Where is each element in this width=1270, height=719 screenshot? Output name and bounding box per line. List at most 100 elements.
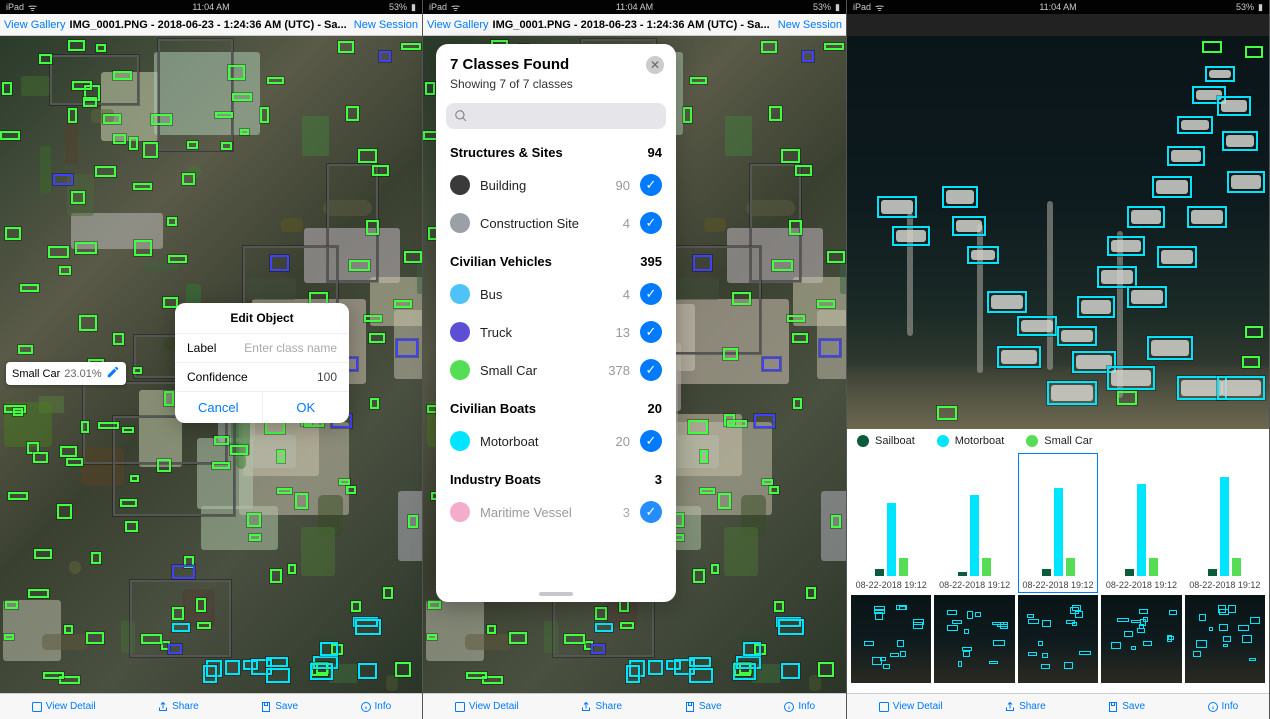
detection-box-smallcar[interactable]: [487, 625, 496, 634]
detection-box-smallcar[interactable]: [5, 227, 20, 240]
detection-box-smallcar[interactable]: [339, 479, 350, 485]
detection-box-motorboat[interactable]: [266, 657, 288, 667]
detection-box-motorboat[interactable]: [1107, 236, 1145, 256]
cancel-button[interactable]: Cancel: [175, 392, 263, 423]
detection-box-smallcar[interactable]: [358, 149, 376, 162]
detection-box-truck[interactable]: [396, 339, 418, 357]
detection-box-smallcar[interactable]: [28, 589, 49, 598]
sheet-handle[interactable]: [539, 592, 573, 596]
detection-box-motorboat[interactable]: [1157, 246, 1197, 268]
detection-box-motorboat[interactable]: [355, 619, 381, 635]
detection-box-smallcar[interactable]: [395, 662, 411, 677]
save-button[interactable]: Save: [1107, 701, 1145, 713]
detection-box-smallcar[interactable]: [68, 108, 77, 124]
detection-box-smallcar[interactable]: [113, 71, 132, 80]
detection-box-smallcar[interactable]: [95, 166, 116, 177]
detection-box-smallcar[interactable]: [2, 82, 12, 96]
detection-box-truck[interactable]: [591, 644, 606, 654]
detection-box-motorboat[interactable]: [172, 623, 190, 632]
detection-box-smallcar[interactable]: [346, 106, 359, 121]
detection-box-motorboat[interactable]: [1187, 206, 1227, 228]
detection-box-truck[interactable]: [172, 565, 195, 579]
detection-box-smallcar[interactable]: [718, 493, 731, 509]
detection-box-smallcar[interactable]: [817, 300, 835, 308]
view-detail-button[interactable]: View Detail: [878, 701, 943, 713]
detection-box-truck[interactable]: [379, 51, 392, 62]
detection-box-smallcar[interactable]: [18, 345, 33, 354]
detection-box-motorboat[interactable]: [733, 663, 756, 680]
detection-box-smallcar[interactable]: [1117, 391, 1137, 405]
detection-box-smallcar[interactable]: [690, 77, 706, 84]
detection-box-motorboat[interactable]: [1057, 326, 1097, 346]
detection-box-smallcar[interactable]: [295, 493, 308, 509]
detection-box-smallcar[interactable]: [937, 406, 957, 420]
detection-box-smallcar[interactable]: [509, 632, 526, 643]
detection-box-motorboat[interactable]: [743, 642, 761, 656]
detection-box-motorboat[interactable]: [1127, 286, 1167, 308]
detection-box-motorboat[interactable]: [1152, 176, 1192, 198]
detection-box-smallcar[interactable]: [267, 77, 283, 84]
detection-box-smallcar[interactable]: [806, 587, 816, 599]
detection-box-smallcar[interactable]: [141, 634, 163, 644]
detection-box-smallcar[interactable]: [792, 333, 808, 343]
share-button[interactable]: Share: [1004, 701, 1046, 713]
detection-box-motorboat[interactable]: [781, 663, 800, 679]
detection-box-smallcar[interactable]: [789, 220, 802, 234]
info-button[interactable]: Info: [360, 701, 392, 713]
detection-box-smallcar[interactable]: [693, 569, 706, 583]
detection-box-smallcar[interactable]: [346, 486, 357, 494]
detection-box-smallcar[interactable]: [122, 427, 134, 434]
detection-box-smallcar[interactable]: [57, 504, 72, 519]
detection-box-motorboat[interactable]: [942, 186, 978, 208]
detection-box-smallcar[interactable]: [793, 398, 803, 409]
detection-box-smallcar[interactable]: [134, 240, 152, 256]
detection-box-smallcar[interactable]: [187, 141, 198, 150]
class-item[interactable]: Motorboat 20 ✓: [436, 422, 676, 460]
detection-box-smallcar[interactable]: [247, 513, 261, 527]
detection-box-smallcar[interactable]: [700, 450, 708, 463]
detection-box-motorboat[interactable]: [689, 668, 714, 683]
detection-box-motorboat[interactable]: [892, 226, 930, 246]
object-label-tag[interactable]: Small Car 23.01%: [6, 362, 126, 385]
chart-cell[interactable]: 08-22-2018 19:12: [1185, 453, 1265, 593]
detection-box-smallcar[interactable]: [182, 173, 195, 185]
detection-box-smallcar[interactable]: [824, 43, 844, 50]
detection-box-motorboat[interactable]: [358, 663, 377, 679]
check-icon[interactable]: ✓: [640, 321, 662, 343]
detection-box-smallcar[interactable]: [351, 601, 361, 612]
detection-box-smallcar[interactable]: [401, 43, 421, 50]
detection-box-smallcar[interactable]: [133, 183, 151, 190]
detection-box-smallcar[interactable]: [79, 315, 98, 330]
detection-box-smallcar[interactable]: [230, 445, 248, 455]
detection-box-smallcar[interactable]: [288, 564, 296, 574]
detection-box-truck[interactable]: [693, 255, 711, 271]
detection-box-motorboat[interactable]: [310, 663, 333, 680]
detection-box-smallcar[interactable]: [221, 142, 232, 150]
detection-box-motorboat[interactable]: [1167, 146, 1205, 166]
detection-box-smallcar[interactable]: [66, 458, 83, 467]
detection-box-smallcar[interactable]: [769, 486, 780, 494]
search-input[interactable]: [446, 103, 666, 129]
detection-box-motorboat[interactable]: [225, 660, 240, 674]
charts-row[interactable]: 08-22-2018 19:1208-22-2018 19:1208-22-20…: [847, 453, 1269, 593]
detection-box-motorboat[interactable]: [1097, 266, 1137, 288]
edit-confidence-value[interactable]: 100: [317, 370, 337, 384]
detection-box-motorboat[interactable]: [648, 660, 663, 674]
detection-box-smallcar[interactable]: [215, 112, 233, 118]
detection-box-motorboat[interactable]: [778, 619, 804, 635]
detection-box-smallcar[interactable]: [370, 398, 380, 409]
detection-box-smallcar[interactable]: [71, 191, 84, 205]
detection-box-smallcar[interactable]: [383, 587, 393, 599]
detection-box-motorboat[interactable]: [689, 657, 711, 667]
detection-box-smallcar[interactable]: [827, 251, 845, 263]
detection-box-motorboat[interactable]: [1177, 116, 1213, 134]
detection-box-smallcar[interactable]: [277, 488, 292, 494]
check-icon[interactable]: ✓: [640, 430, 662, 452]
new-session-link[interactable]: New Session: [354, 19, 418, 31]
detection-box-smallcar[interactable]: [408, 515, 418, 528]
detection-box-smallcar[interactable]: [43, 672, 64, 679]
pencil-icon[interactable]: [106, 365, 120, 382]
detection-box-smallcar[interactable]: [700, 488, 715, 494]
detection-box-motorboat[interactable]: [1217, 96, 1251, 116]
ok-button[interactable]: OK: [263, 392, 350, 423]
